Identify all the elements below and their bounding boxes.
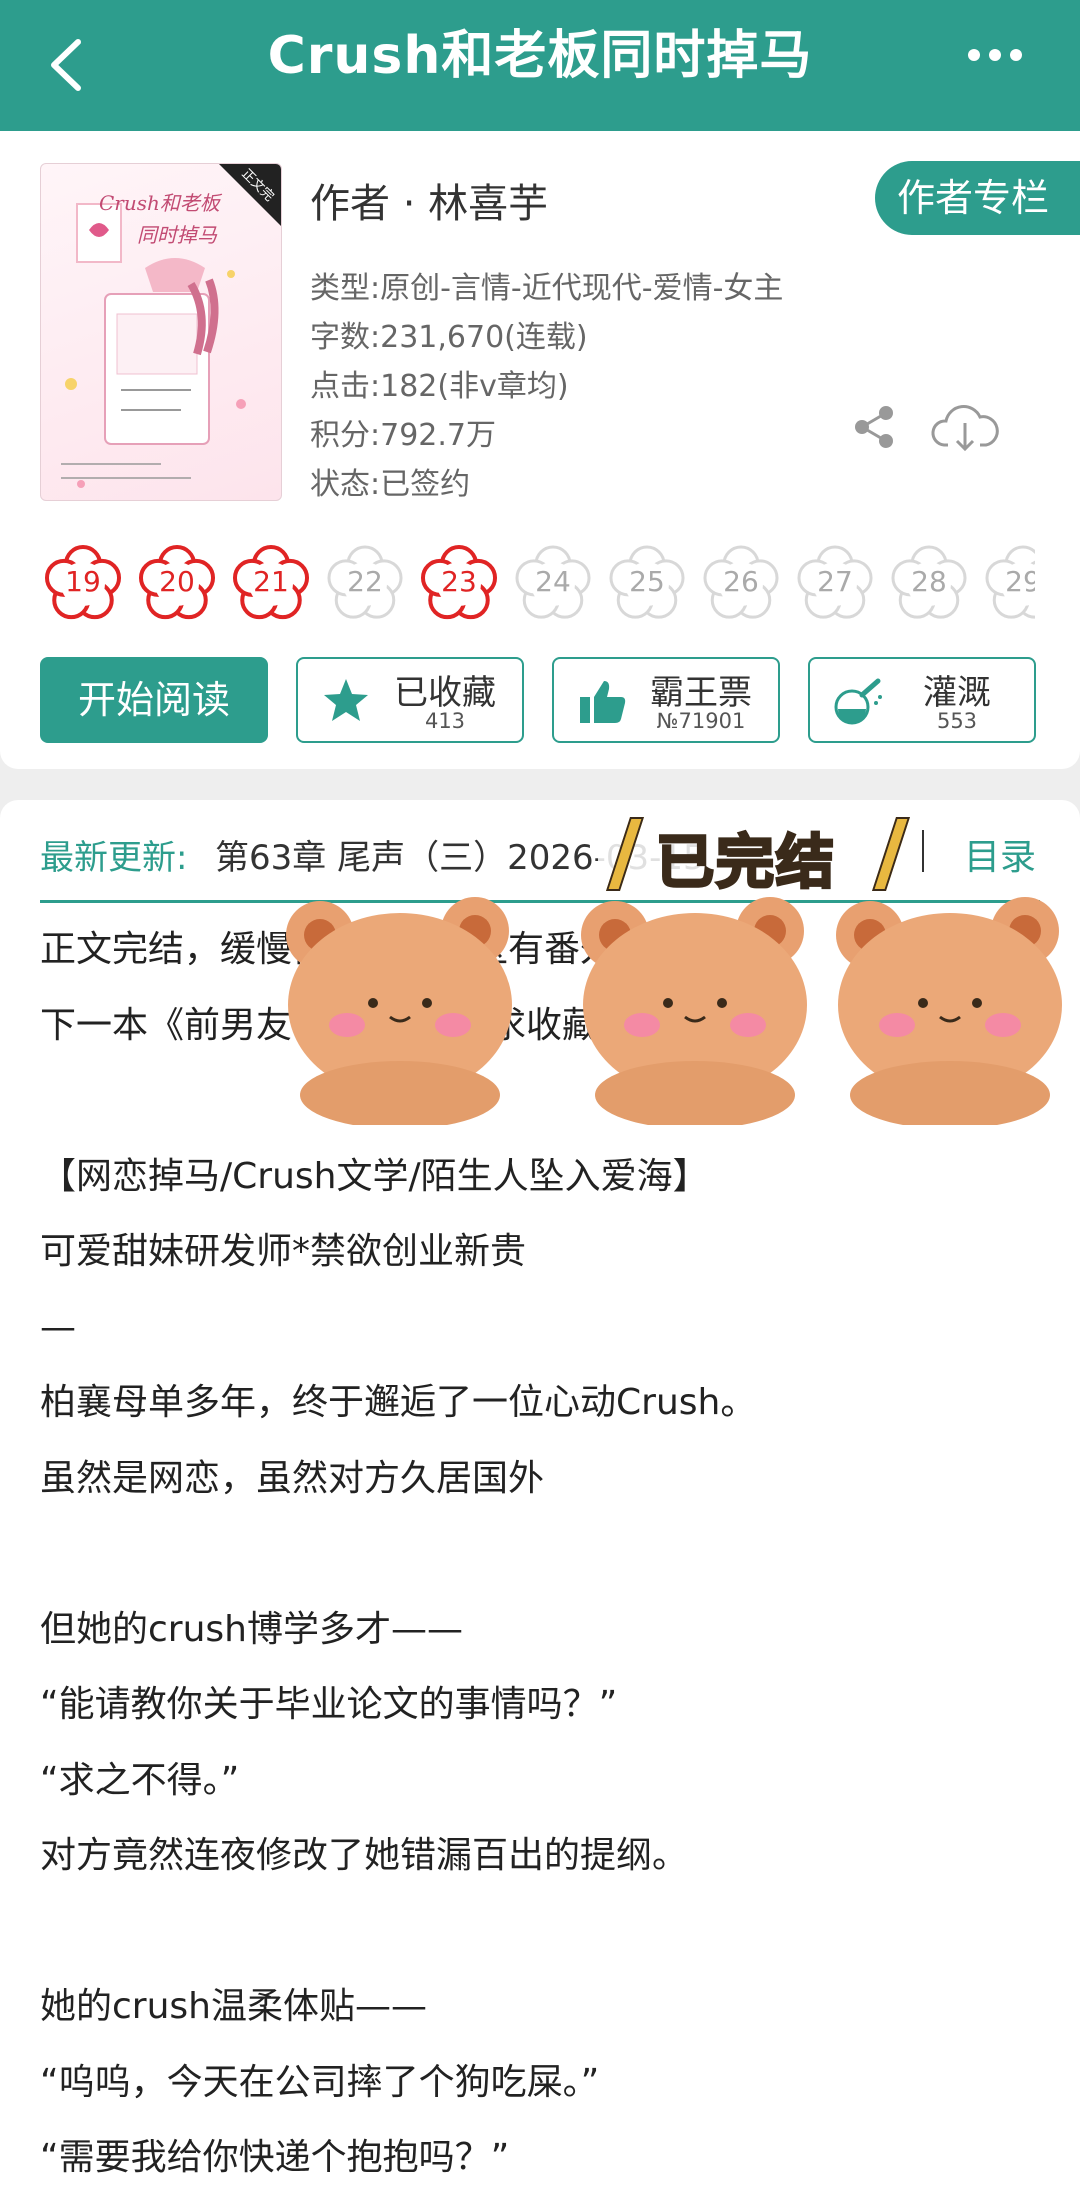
favorite-count: 413	[424, 709, 466, 733]
flower-number: 20	[159, 565, 195, 598]
bear-sticker	[836, 897, 1062, 1125]
flower-number: 28	[911, 565, 947, 598]
cover-title-line1: Crush和老板	[99, 191, 223, 215]
share-icon[interactable]	[848, 401, 900, 453]
star-icon	[324, 679, 368, 721]
flower-number: 21	[253, 565, 289, 598]
sticker-slash-right	[871, 817, 911, 891]
rating-flower[interactable]: 21	[228, 539, 314, 625]
description-line: 对方竟然连夜修改了她错漏百出的提纲。	[40, 1835, 689, 1876]
ticket-label: 霸王票	[650, 673, 752, 713]
description-line: “求之不得。”	[40, 1759, 240, 1801]
latest-update-label: 最新更新:	[40, 838, 188, 878]
rating-flower[interactable]: 24	[510, 539, 596, 625]
flower-number: 25	[629, 565, 665, 598]
author-name[interactable]: 作者 · 林喜芋	[310, 171, 548, 229]
rating-flower[interactable]: 25	[604, 539, 690, 625]
description-line: 【网恋掉马/Crush文学/陌生人坠入爱海】	[40, 1155, 709, 1197]
thumbs-up-icon	[580, 681, 626, 723]
cover-illustration: 正文完 Crush和老板 同时掉马	[61, 164, 281, 488]
flower-number: 26	[723, 565, 759, 598]
flower-number: 29	[1005, 565, 1035, 598]
flask-icon	[834, 678, 882, 725]
book-type: 类型:原创-言情-近代现代-爱情-女主	[310, 271, 784, 306]
catalog-link[interactable]: 目录	[964, 828, 1036, 880]
rating-flower[interactable]: 26	[698, 539, 784, 625]
score: 积分:792.7万	[310, 418, 496, 453]
bear-sticker	[286, 897, 512, 1125]
flower-number: 27	[817, 565, 853, 598]
rating-flower[interactable]: 29	[980, 539, 1035, 625]
back-button[interactable]	[40, 30, 100, 100]
cover-title-line2: 同时掉马	[137, 223, 218, 247]
description-line: 可爱甜妹研发师*禁欲创业新贵	[40, 1231, 527, 1272]
chevron-left-icon	[51, 39, 81, 91]
nutrient-label: 灌溉	[923, 673, 991, 713]
flower-number: 23	[441, 565, 477, 598]
description-line	[40, 1894, 1040, 1970]
rating-flower[interactable]: 27	[792, 539, 878, 625]
word-count: 字数:231,670(连载)	[310, 320, 588, 355]
overlord-ticket-button[interactable]: 霸王票 №71901	[552, 657, 780, 743]
rating-flower-row[interactable]: 19 20 21 22 23 24 25 26 27 28 29	[40, 537, 1035, 627]
rating-flower[interactable]: 20	[134, 539, 220, 625]
rating-flower[interactable]: 19	[40, 539, 126, 625]
description-line: 柏襄母单多年，终于邂逅了一位心动Crush。	[40, 1382, 757, 1423]
flower-number: 24	[535, 565, 571, 598]
rating-flower[interactable]: 22	[322, 539, 408, 625]
more-dots-icon	[968, 49, 1022, 61]
favorite-button[interactable]: 已收藏 413	[296, 657, 524, 743]
bear-sticker	[581, 897, 807, 1125]
description-line: 她的crush温柔体贴——	[40, 1986, 427, 2027]
description-line: “能请教你关于毕业论文的事情吗？”	[40, 1684, 618, 1725]
completed-sticker: 已完结	[598, 805, 918, 898]
more-options-button[interactable]	[960, 35, 1030, 75]
favorite-label: 已收藏	[394, 673, 496, 713]
description-line: 但她的crush博学多才——	[40, 1608, 463, 1650]
description-line	[40, 1516, 1040, 1592]
book-cover[interactable]: 正文完 Crush和老板 同时掉马	[40, 163, 282, 501]
description-line: “需要我给你快递个抱抱吗？”	[40, 2137, 510, 2178]
description-line: —	[40, 1306, 76, 1348]
sticker-slash-left	[605, 817, 645, 891]
flower-number: 22	[347, 565, 383, 598]
completed-sticker-text: 已完结	[654, 827, 837, 898]
rating-flower[interactable]: 23	[416, 539, 502, 625]
divider	[922, 830, 924, 872]
rating-flower[interactable]: 28	[886, 539, 972, 625]
sign-status: 状态:已签约	[310, 467, 471, 502]
click-count: 点击:182(非v章均)	[310, 369, 569, 404]
description-line: “呜呜，今天在公司摔了个狗吃屎。”	[40, 2061, 600, 2103]
book-info-card: 正文完 Crush和老板 同时掉马 作者 · 林喜芋 作者专栏 类型:原创-言情…	[0, 131, 1080, 769]
nutrient-button[interactable]: 灌溉 553	[808, 657, 1036, 743]
download-cloud-icon[interactable]	[930, 399, 1000, 455]
page-title: Crush和老板同时掉马	[267, 26, 813, 86]
author-column-button[interactable]: 作者专栏	[875, 161, 1080, 235]
top-navigation-bar: Crush和老板同时掉马	[0, 0, 1080, 131]
description-line: 虽然是网恋，虽然对方久居国外	[40, 1457, 545, 1499]
start-reading-button[interactable]: 开始阅读	[40, 657, 268, 743]
ticket-count: №71901	[656, 709, 746, 733]
flower-number: 19	[65, 565, 101, 598]
nutrient-count: 553	[936, 709, 978, 733]
